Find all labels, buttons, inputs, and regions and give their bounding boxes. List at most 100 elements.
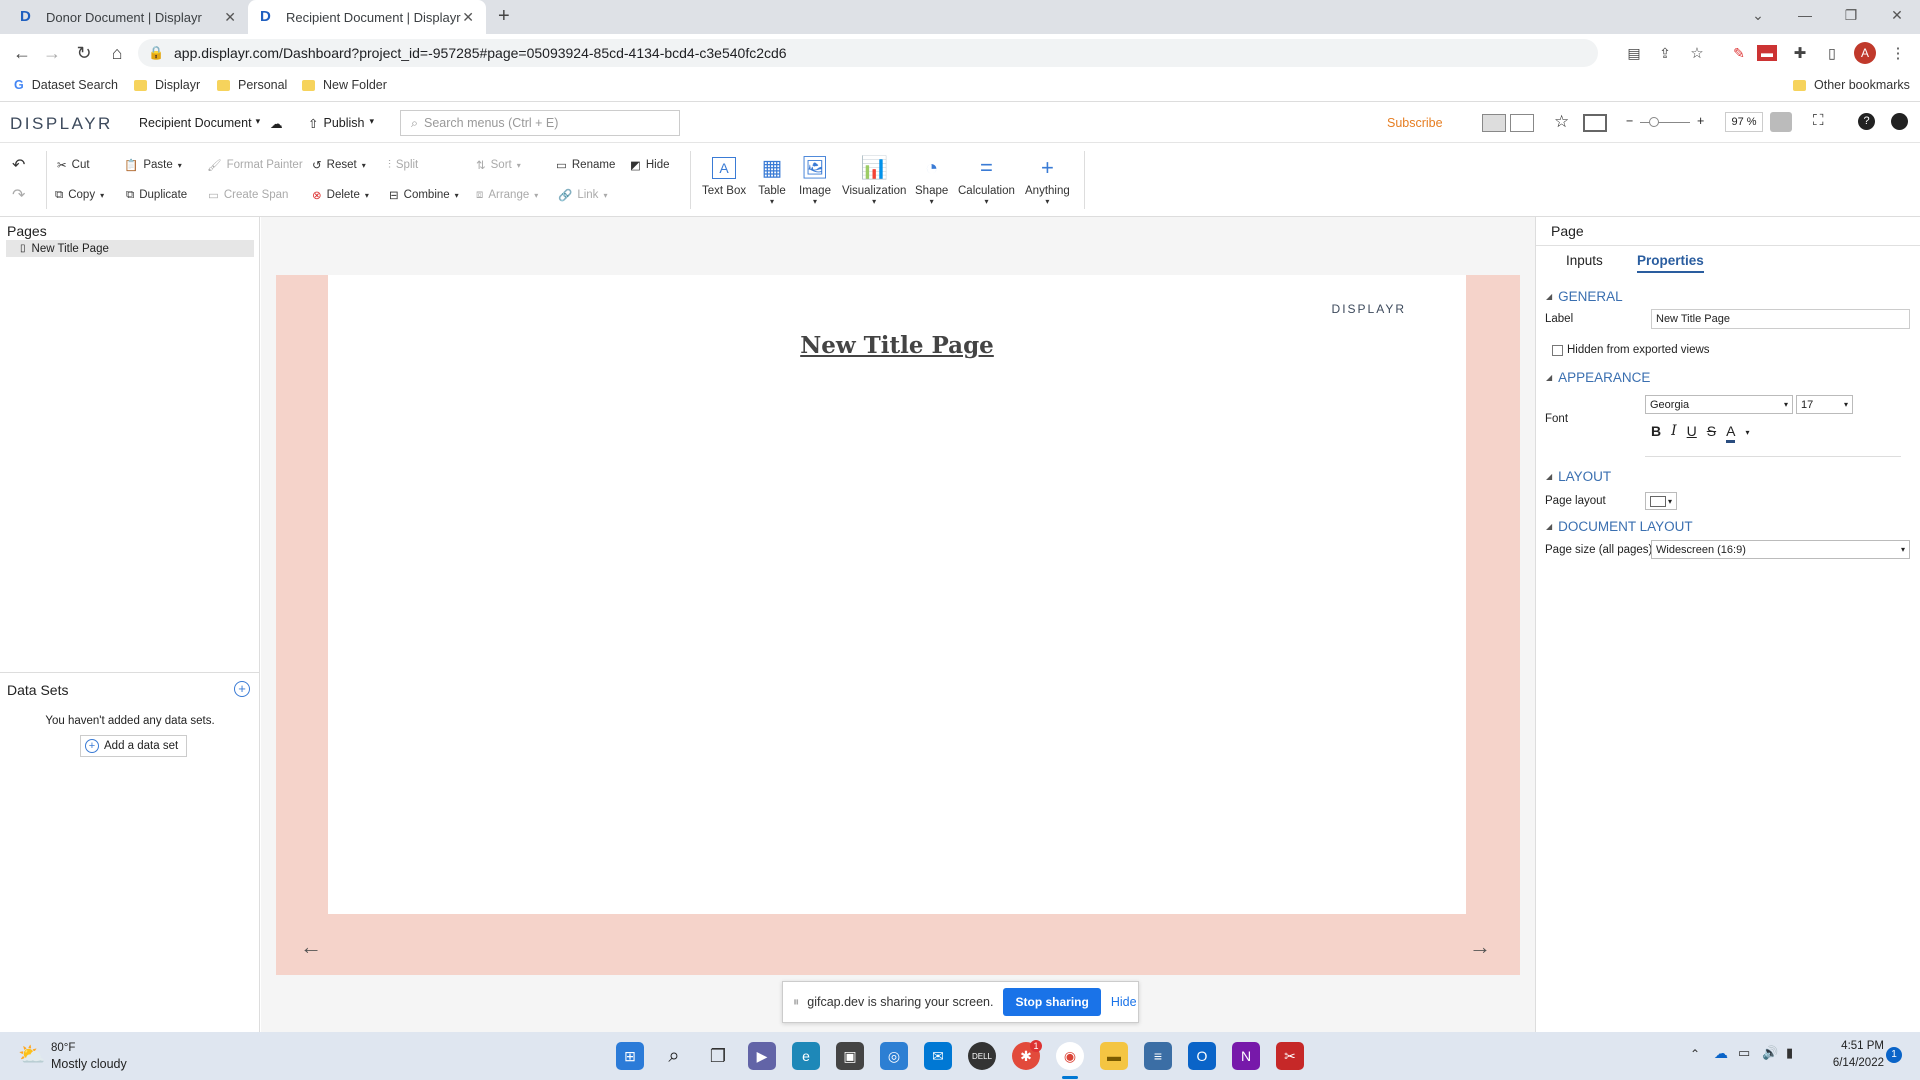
close-tab-icon[interactable]: ✕ xyxy=(462,9,474,26)
weather-description[interactable]: Mostly cloudy xyxy=(51,1057,127,1071)
general-section-header[interactable]: ◢ GENERAL xyxy=(1546,289,1623,304)
battery-icon[interactable]: ▮ xyxy=(1786,1045,1793,1061)
create-span-button[interactable]: ▭ Create Span xyxy=(208,185,288,205)
insert-shape-button[interactable]: ◔ Shape ▾ xyxy=(915,155,948,206)
font-family-select[interactable]: Georgia ▾ xyxy=(1645,395,1793,414)
sidepanel-icon[interactable]: ▯ xyxy=(1820,41,1844,65)
snipping-tool-icon[interactable]: ✂ xyxy=(1276,1042,1304,1070)
hide-share-bar-button[interactable]: Hide xyxy=(1111,995,1137,1009)
insert-calculation-button[interactable]: = Calculation ▾ xyxy=(958,155,1015,206)
insert-anything-button[interactable]: + Anything ▾ xyxy=(1025,155,1070,206)
zoom-in-icon[interactable]: + xyxy=(1697,114,1704,128)
cortana-icon[interactable]: ◎ xyxy=(880,1042,908,1070)
page-layout-select[interactable]: ▾ xyxy=(1645,492,1677,510)
stop-sharing-button[interactable]: Stop sharing xyxy=(1003,988,1101,1016)
clock-date[interactable]: 6/14/2022 xyxy=(1820,1057,1884,1069)
extension-pen-icon[interactable]: ✎ xyxy=(1727,41,1751,65)
edge-icon[interactable]: e xyxy=(792,1042,820,1070)
sort-button[interactable]: ⇅ Sort ▾ xyxy=(476,155,521,175)
underline-icon[interactable]: U xyxy=(1687,423,1697,443)
bookmark-personal[interactable]: Personal xyxy=(217,78,287,92)
add-dataset-button[interactable]: + Add a data set xyxy=(80,735,187,757)
slide-view-icon[interactable] xyxy=(1510,114,1534,132)
link-button[interactable]: 🔗 Link ▾ xyxy=(558,185,607,205)
delete-button[interactable]: ⊗ Delete ▾ xyxy=(312,185,369,205)
outlook-icon[interactable]: O xyxy=(1188,1042,1216,1070)
favorite-star-icon[interactable]: ☆ xyxy=(1554,112,1569,132)
weather-temp[interactable]: 80°F xyxy=(51,1042,75,1054)
mail-icon[interactable]: ✉ xyxy=(924,1042,952,1070)
rename-button[interactable]: ▭ Rename xyxy=(556,155,615,175)
home-icon[interactable]: ⌂ xyxy=(105,41,129,65)
other-bookmarks[interactable]: Other bookmarks xyxy=(1793,78,1910,92)
bookmark-star-icon[interactable]: ☆ xyxy=(1685,41,1709,65)
bookmark-displayr[interactable]: Displayr xyxy=(134,78,200,92)
tab-properties[interactable]: Properties xyxy=(1637,253,1704,273)
redo-icon[interactable]: ↷ xyxy=(12,185,25,205)
insert-text-box-button[interactable]: A Text Box xyxy=(702,155,746,197)
italic-icon[interactable]: I xyxy=(1671,423,1677,443)
store-icon[interactable]: ▣ xyxy=(836,1042,864,1070)
add-dataset-icon[interactable]: + xyxy=(234,681,250,697)
notepad-icon[interactable]: ≡ xyxy=(1144,1042,1172,1070)
action-center-badge[interactable]: 1 xyxy=(1886,1047,1902,1063)
task-view-icon[interactable]: ❐ xyxy=(704,1042,732,1070)
weather-icon[interactable]: ⛅ xyxy=(18,1042,45,1068)
chevron-down-icon[interactable]: ▾ xyxy=(1745,423,1749,443)
onedrive-icon[interactable]: ☁ xyxy=(1714,1045,1728,1062)
tab-recipient-document[interactable]: D Recipient Document | Displayr ✕ xyxy=(248,0,486,34)
layout-section-header[interactable]: ◢ LAYOUT xyxy=(1546,469,1611,484)
layout-view-icon[interactable] xyxy=(1482,114,1506,132)
file-explorer-icon[interactable]: ▬ xyxy=(1100,1042,1128,1070)
paste-button[interactable]: 📋 Paste ▾ xyxy=(124,155,182,175)
hide-button[interactable]: ◩ Hide xyxy=(630,155,670,175)
onenote-icon[interactable]: N xyxy=(1232,1042,1260,1070)
fullscreen-icon[interactable]: ⛶ xyxy=(1813,112,1824,129)
slide-page[interactable]: DISPLAYR New Title Page xyxy=(328,275,1466,914)
zoom-level[interactable]: 97 % xyxy=(1725,112,1763,132)
subscribe-link[interactable]: Subscribe xyxy=(1387,116,1443,130)
copy-button[interactable]: ⧉ Copy ▾ xyxy=(55,185,104,205)
prev-page-arrow[interactable]: ← xyxy=(300,934,322,960)
new-tab-icon[interactable]: + xyxy=(498,5,510,28)
strikethrough-icon[interactable]: S xyxy=(1707,423,1716,443)
page-size-select[interactable]: Widescreen (16:9) ▾ xyxy=(1651,540,1910,559)
tab-donor-document[interactable]: D Donor Document | Displayr ✕ xyxy=(8,0,248,34)
puzzle-extensions-icon[interactable]: ✚ xyxy=(1788,41,1812,65)
window-close-icon[interactable]: ✕ xyxy=(1874,0,1920,30)
next-page-arrow[interactable]: → xyxy=(1469,934,1491,960)
split-button[interactable]: ⫶ Split xyxy=(388,155,418,175)
zoom-out-icon[interactable]: − xyxy=(1626,114,1633,128)
cut-button[interactable]: ✂ Cut xyxy=(57,155,90,175)
slide-title[interactable]: New Title Page xyxy=(328,332,1466,359)
clock-time[interactable]: 4:51 PM xyxy=(1820,1040,1884,1052)
insert-image-button[interactable]: 🖼 Image ▾ xyxy=(799,155,831,206)
appearance-section-header[interactable]: ◢ APPEARANCE xyxy=(1546,370,1650,385)
chrome-icon[interactable]: ◉ xyxy=(1056,1042,1084,1070)
reload-icon[interactable]: ↻ xyxy=(72,41,96,65)
teams-icon[interactable]: ▶ xyxy=(748,1042,776,1070)
duplicate-button[interactable]: ⧉ Duplicate xyxy=(126,185,187,205)
reset-button[interactable]: ↺ Reset ▾ xyxy=(312,155,366,175)
format-painter-button[interactable]: 🖌 Format Painter xyxy=(207,155,303,175)
browser-menu-icon[interactable]: ⋮ xyxy=(1886,41,1910,65)
bold-icon[interactable]: B xyxy=(1651,423,1661,443)
profile-avatar[interactable]: A xyxy=(1854,42,1876,64)
taskbar-search-icon[interactable]: ⌕ xyxy=(660,1042,688,1070)
zoom-slider[interactable] xyxy=(1640,122,1690,123)
help-icon[interactable]: ? xyxy=(1858,113,1875,130)
bookmark-dataset-search[interactable]: G Dataset Search xyxy=(14,78,118,92)
insert-table-button[interactable]: ▦ Table ▾ xyxy=(758,155,786,206)
url-field[interactable]: 🔒 app.displayr.com/Dashboard?project_id=… xyxy=(138,39,1598,67)
user-account-icon[interactable] xyxy=(1891,113,1908,130)
minimize-icon[interactable]: — xyxy=(1782,0,1828,30)
show-hidden-icons[interactable]: ⌃ xyxy=(1690,1047,1700,1061)
share-icon[interactable]: ⇪ xyxy=(1653,41,1677,65)
volume-icon[interactable]: 🔊 xyxy=(1762,1045,1778,1061)
search-menus-input[interactable]: ⌕ Search menus (Ctrl + E) xyxy=(400,110,680,136)
tab-search-icon[interactable]: ⌄ xyxy=(1735,0,1781,30)
document-name-menu[interactable]: Recipient Document ▾ ☁ xyxy=(139,116,283,131)
page-tree-item[interactable]: ▯ New Title Page xyxy=(6,240,254,257)
undo-icon[interactable]: ↶ xyxy=(12,155,25,175)
insert-visualization-button[interactable]: 📊 Visualization ▾ xyxy=(842,155,906,206)
